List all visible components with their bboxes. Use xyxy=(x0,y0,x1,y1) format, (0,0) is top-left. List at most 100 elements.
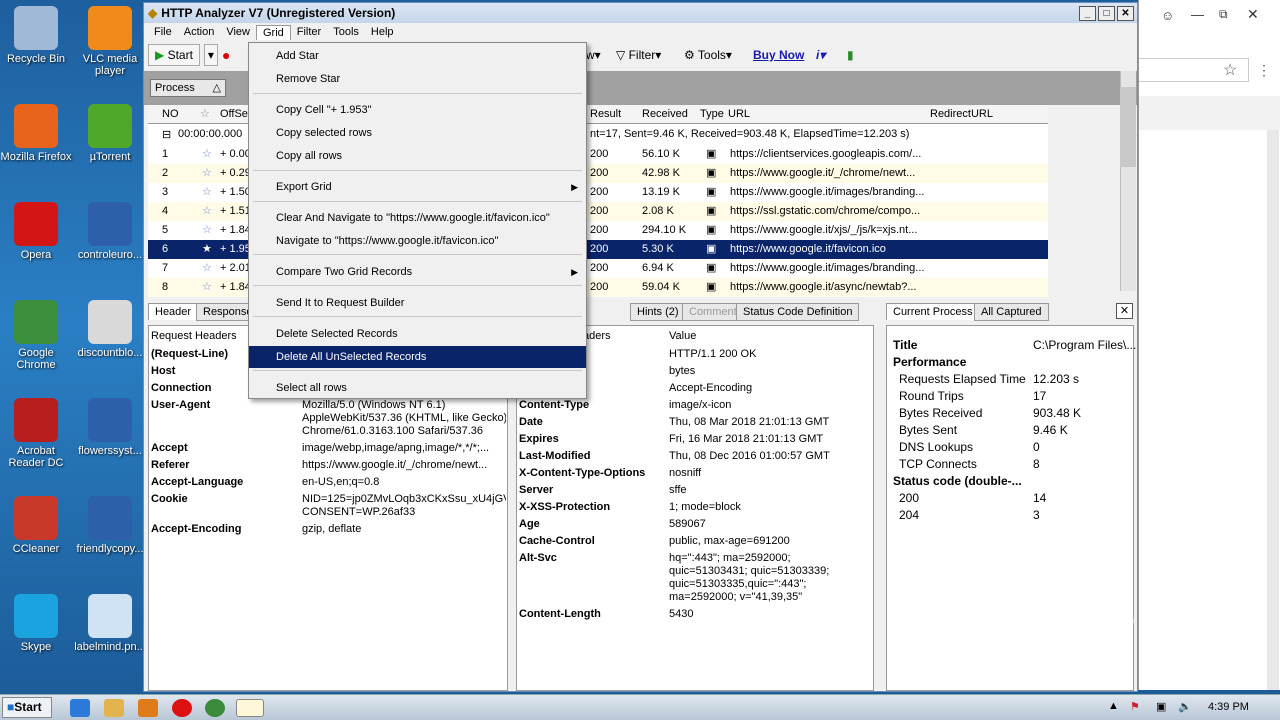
desktop-icon[interactable]: Recycle Bin xyxy=(0,6,72,65)
desktop-icon[interactable]: µTorrent xyxy=(74,104,146,163)
close-panel-button[interactable]: ✕ xyxy=(1116,303,1133,319)
star-toggle-icon[interactable]: ☆ xyxy=(202,166,212,179)
media-player-taskbar-icon[interactable] xyxy=(138,699,158,717)
menu-separator xyxy=(253,370,582,371)
chrome-menu-icon[interactable]: ⋮ xyxy=(1257,62,1271,79)
menu-action[interactable]: Action xyxy=(178,25,221,39)
start-menu-button[interactable]: ■Start xyxy=(2,697,52,718)
minimize-button[interactable]: _ xyxy=(1079,5,1096,21)
menu-item[interactable]: Select all rows xyxy=(249,377,586,399)
desktop-icon[interactable]: Acrobat Reader DC xyxy=(0,398,72,469)
row-result: 200 xyxy=(590,148,609,160)
maximize-button[interactable]: □ xyxy=(1098,5,1115,21)
star-toggle-icon[interactable]: ★ xyxy=(202,242,212,255)
menu-item[interactable]: Compare Two Grid Records ▶ xyxy=(249,261,586,283)
column-header[interactable]: NO xyxy=(162,108,179,120)
desktop-icon[interactable]: discountblo... xyxy=(74,300,146,359)
record-icon[interactable]: ● xyxy=(222,47,230,63)
process-group-header[interactable]: Process △ xyxy=(150,79,226,97)
menu-item[interactable]: Navigate to "https://www.google.it/favic… xyxy=(249,230,586,252)
chrome-close-icon[interactable]: ✕ xyxy=(1247,6,1259,23)
image-file-icon xyxy=(88,594,132,638)
tab-comment[interactable]: Comment xyxy=(682,303,744,321)
http-analyzer-taskbar-icon[interactable] xyxy=(236,699,264,717)
desktop-icon[interactable]: Google Chrome xyxy=(0,300,72,371)
chrome-taskbar-icon[interactable] xyxy=(205,699,225,717)
chrome-user-icon[interactable]: ☺ xyxy=(1161,8,1174,23)
star-toggle-icon[interactable]: ☆ xyxy=(202,147,212,160)
stat-key: 200 xyxy=(899,491,920,505)
tray-volume-icon[interactable]: 🔈 xyxy=(1178,700,1192,713)
menu-item[interactable]: Send It to Request Builder xyxy=(249,292,586,314)
grid-scrollbar-thumb[interactable] xyxy=(1120,87,1136,167)
row-no: 8 xyxy=(162,281,169,293)
tab-header[interactable]: Header xyxy=(148,303,199,320)
menu-item[interactable]: Export Grid ▶ xyxy=(249,176,586,198)
desktop-icon[interactable]: Skype xyxy=(0,594,72,653)
bookmark-star-icon[interactable]: ☆ xyxy=(1223,60,1237,80)
tab-all-captured[interactable]: All Captured xyxy=(974,303,1049,321)
star-toggle-icon[interactable]: ☆ xyxy=(202,204,212,217)
column-header[interactable]: Received xyxy=(642,108,688,120)
tray-network-icon[interactable]: ▣ xyxy=(1156,700,1166,713)
tray-flag-icon[interactable]: ⚑ xyxy=(1130,700,1140,713)
desktop-icon[interactable]: Opera xyxy=(0,202,72,261)
menu-item[interactable]: Remove Star xyxy=(249,68,586,90)
column-header[interactable]: Type xyxy=(700,108,724,120)
buy-now-link[interactable]: Buy Now xyxy=(753,48,804,62)
column-header[interactable]: URL xyxy=(728,108,750,120)
book-icon[interactable]: ▮ xyxy=(847,48,854,62)
star-column-icon[interactable]: ☆ xyxy=(200,107,210,120)
chrome-restore-icon[interactable]: ⧉ xyxy=(1219,7,1228,22)
tab-current-process[interactable]: Current Process xyxy=(886,303,980,320)
tab-status-code-definition[interactable]: Status Code Definition xyxy=(736,303,860,321)
close-button[interactable]: ✕ xyxy=(1117,5,1134,21)
filter-menu-button[interactable]: ▽ Filter▾ xyxy=(616,48,661,62)
menu-grid[interactable]: Grid xyxy=(255,24,291,40)
desktop-icon[interactable]: VLC media player xyxy=(74,6,146,77)
menu-item[interactable]: Copy all rows xyxy=(249,145,586,167)
desktop-icon-label: flowerssyst... xyxy=(78,445,142,457)
column-header[interactable]: Result xyxy=(590,108,621,120)
desktop-icon[interactable]: labelmind.pn... xyxy=(74,594,146,653)
menu-item[interactable]: Copy selected rows xyxy=(249,122,586,144)
view-menu-button[interactable]: w▾ xyxy=(586,48,601,62)
menu-help[interactable]: Help xyxy=(365,25,400,39)
menu-item[interactable]: Clear And Navigate to "https://www.googl… xyxy=(249,207,586,229)
stat-key: Bytes Sent xyxy=(899,423,958,437)
menu-tools[interactable]: Tools xyxy=(327,25,365,39)
ie-taskbar-icon[interactable] xyxy=(70,699,90,717)
explorer-taskbar-icon[interactable] xyxy=(104,699,124,717)
tray-expand-icon[interactable]: ▲ xyxy=(1108,700,1119,712)
column-header[interactable]: RedirectURL xyxy=(930,108,993,120)
menu-item[interactable]: Delete Selected Records xyxy=(249,323,586,345)
menu-item[interactable]: Copy Cell "+ 1.953" xyxy=(249,99,586,121)
column-header[interactable]: OffSet xyxy=(220,108,251,120)
row-result: 200 xyxy=(590,262,609,274)
info-icon[interactable]: i▾ xyxy=(816,48,825,62)
word-doc-icon xyxy=(88,202,132,246)
chrome-scrollbar[interactable] xyxy=(1267,130,1279,690)
desktop-icon[interactable]: flowerssyst... xyxy=(74,398,146,457)
start-button[interactable]: ▶ Start xyxy=(148,44,200,66)
tab-hints-[interactable]: Hints (2) xyxy=(630,303,686,321)
desktop-icon[interactable]: controleuro... xyxy=(74,202,146,261)
star-toggle-icon[interactable]: ☆ xyxy=(202,185,212,198)
chrome-minimize-icon[interactable]: — xyxy=(1191,7,1204,22)
header-key: X-Content-Type-Options xyxy=(519,467,646,479)
tools-menu-button[interactable]: ⚙ Tools▾ xyxy=(684,48,732,62)
menu-item[interactable]: Add Star xyxy=(249,45,586,67)
collapse-icon[interactable]: ⊟ xyxy=(162,128,171,141)
menu-view[interactable]: View xyxy=(220,25,256,39)
start-dropdown-button[interactable]: ▾ xyxy=(203,44,218,66)
star-toggle-icon[interactable]: ☆ xyxy=(202,261,212,274)
desktop-icon[interactable]: CCleaner xyxy=(0,496,72,555)
menu-item[interactable]: Delete All UnSelected Records xyxy=(249,346,586,368)
menu-filter[interactable]: Filter xyxy=(291,25,327,39)
desktop-icon[interactable]: friendlycopy... xyxy=(74,496,146,555)
opera-taskbar-icon[interactable] xyxy=(172,699,192,717)
star-toggle-icon[interactable]: ☆ xyxy=(202,223,212,236)
menu-file[interactable]: File xyxy=(148,25,178,39)
desktop-icon[interactable]: Mozilla Firefox xyxy=(0,104,72,163)
star-toggle-icon[interactable]: ☆ xyxy=(202,280,212,293)
